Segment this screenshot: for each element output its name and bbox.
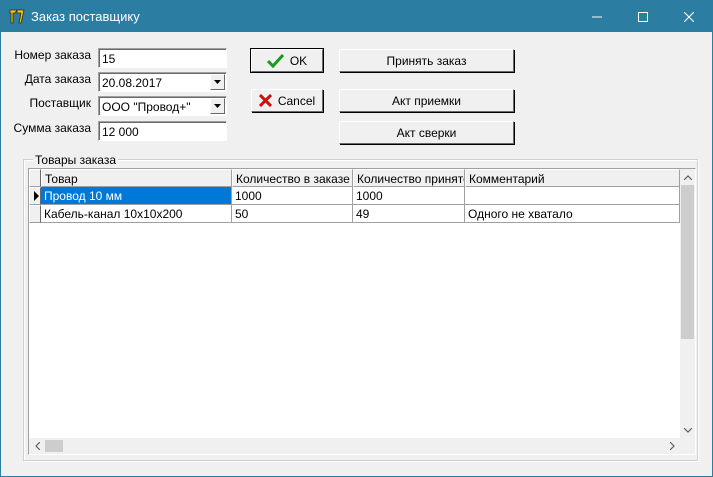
supplier-value: ООО "Провод+" [102,100,191,114]
column-header-ordered[interactable]: Количество в заказе [232,169,353,187]
maximize-button[interactable] [620,1,666,32]
goods-grid-viewport: Товар Количество в заказе Количество при… [29,169,680,438]
vertical-scrollbar[interactable] [680,169,695,438]
horizontal-scrollbar[interactable] [29,438,680,454]
scroll-left-button[interactable] [29,438,45,454]
cancel-button-label: Cancel [277,93,316,108]
scroll-up-button[interactable] [680,169,695,185]
cell-accepted[interactable]: 49 [353,205,465,223]
table-row[interactable]: Кабель-канал 10х10х200 50 49 Одного не х… [29,205,680,223]
row-indicator[interactable] [29,187,41,205]
close-icon [684,11,694,22]
supplier-dropdown-button[interactable] [210,98,225,114]
app-icon [8,7,26,25]
supplier-select[interactable]: ООО "Провод+" [98,96,227,116]
goods-groupbox-caption: Товары заказа [33,153,119,167]
dropdown-arrow-icon [214,80,221,84]
grid-header-row: Товар Количество в заказе Количество при… [29,169,680,187]
order-date-value: 20.08.2017 [102,76,163,90]
minimize-icon [592,16,602,17]
column-header-comment[interactable]: Комментарий [465,169,680,187]
order-window: Заказ поставщику Номер заказа Дата заказ… [0,0,713,477]
order-date-label: Дата заказа [24,72,91,86]
cross-icon [258,94,272,107]
scroll-up-icon [683,174,692,180]
ok-button-label: OK [289,53,308,68]
scroll-down-icon [683,427,692,433]
vertical-scroll-thumb[interactable] [681,185,694,339]
ok-button[interactable]: OK [251,49,323,72]
minimize-button[interactable] [574,1,620,32]
order-date-dropdown-button[interactable] [210,74,225,90]
cell-product[interactable]: Провод 10 мм [41,187,232,205]
cell-product[interactable]: Кабель-канал 10х10х200 [41,205,232,223]
cell-ordered[interactable]: 1000 [232,187,353,205]
cell-accepted[interactable]: 1000 [353,187,465,205]
order-sum-field[interactable]: 12 000 [98,121,227,141]
scroll-left-icon [34,442,40,450]
acceptance-act-button[interactable]: Акт приемки [339,89,514,112]
supplier-label: Поставщик [29,96,91,110]
cancel-button[interactable]: Cancel [251,89,323,112]
row-indicator[interactable] [29,205,41,223]
scroll-down-button[interactable] [680,422,695,438]
dropdown-arrow-icon [214,104,221,108]
horizontal-scroll-thumb[interactable] [45,440,63,452]
column-header-product[interactable]: Товар [41,169,232,187]
cell-comment[interactable]: Одного не хватало [465,205,680,223]
cell-ordered[interactable]: 50 [232,205,353,223]
scrollbar-corner [680,438,695,454]
order-number-label: Номер заказа [14,48,91,62]
goods-grid[interactable]: Товар Количество в заказе Количество при… [28,168,696,455]
cell-comment[interactable] [465,187,680,205]
maximize-icon [638,11,648,22]
order-date-field[interactable]: 20.08.2017 [98,72,227,92]
order-number-field[interactable]: 15 [98,48,227,68]
order-sum-label: Сумма заказа [13,121,91,135]
reconciliation-act-button[interactable]: Акт сверки [339,121,514,144]
scroll-right-button[interactable] [664,438,680,454]
window-title: Заказ поставщику [31,9,140,24]
header-indicator-cell [29,169,41,187]
table-row[interactable]: Провод 10 мм 1000 1000 [29,187,680,205]
check-icon [266,53,284,68]
scroll-right-icon [669,442,675,450]
form-body: Номер заказа Дата заказа Поставщик Сумма… [1,32,712,476]
row-pointer-icon [34,191,39,201]
column-header-accepted[interactable]: Количество принято [353,169,465,187]
title-bar[interactable]: Заказ поставщику [1,1,712,32]
accept-order-button[interactable]: Принять заказ [339,49,514,72]
close-button[interactable] [666,1,712,32]
